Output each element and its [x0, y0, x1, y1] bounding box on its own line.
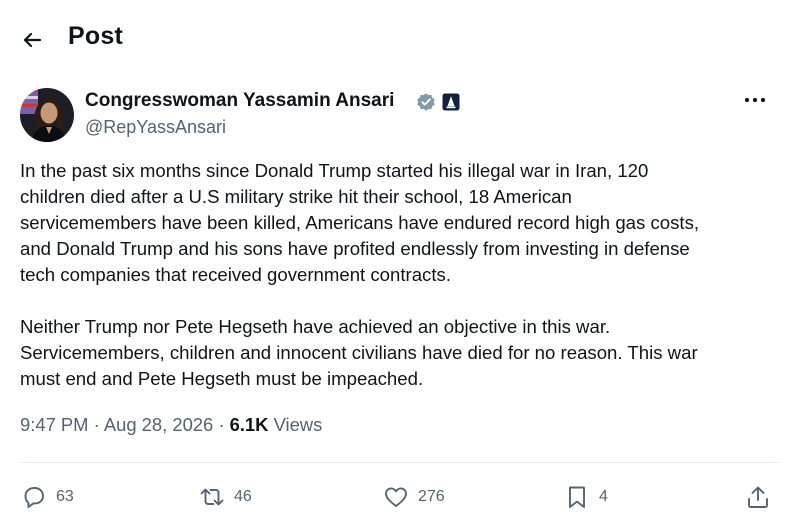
verified-badge-icon[interactable]: [416, 92, 436, 112]
post-time[interactable]: 9:47 PM: [20, 414, 89, 435]
post-text: In the past six months since Donald Trum…: [20, 158, 790, 392]
post-paragraph-1: In the past six months since Donald Trum…: [20, 158, 790, 288]
avatar-image: [20, 88, 74, 142]
bookmark-icon: [569, 486, 585, 508]
back-button[interactable]: [16, 24, 48, 56]
post-line: servicemembers have been killed, America…: [20, 212, 700, 233]
like-count: 276: [418, 488, 445, 505]
like-button[interactable]: 276: [382, 480, 445, 514]
reply-icon: [24, 487, 44, 508]
reply-count: 63: [56, 488, 74, 505]
repost-icon: [200, 488, 224, 506]
repost-count: 46: [234, 488, 252, 505]
post-line: Servicemembers, children and innocent ci…: [20, 342, 698, 363]
meta-separator: ·: [88, 414, 104, 435]
government-affiliation-icon[interactable]: [442, 93, 460, 111]
post-header: Post: [0, 0, 800, 76]
share-button[interactable]: [744, 480, 772, 514]
bookmark-button[interactable]: 4: [563, 480, 608, 514]
bookmark-count: 4: [599, 488, 608, 505]
views-label: Views: [268, 414, 323, 435]
author-name[interactable]: Congresswoman Yassamin Ansari: [85, 90, 394, 112]
views-count: 6.1K: [229, 414, 269, 435]
divider: [20, 462, 780, 463]
post-line: children died after a U.S military strik…: [20, 186, 572, 207]
post-line: must end and Pete Hegseth must be impeac…: [20, 368, 424, 389]
repost-button[interactable]: 46: [198, 480, 252, 514]
post-date[interactable]: Aug 28, 2026: [104, 414, 213, 435]
more-button[interactable]: [738, 86, 772, 114]
reply-button[interactable]: 63: [20, 480, 74, 514]
post-line: and Donald Trump and his sons have profi…: [20, 238, 690, 259]
meta-separator: ·: [213, 414, 230, 435]
share-icon: [748, 486, 768, 508]
post-meta: 9:47 PM · Aug 28, 2026 · 6.1K Views: [20, 414, 322, 436]
avatar[interactable]: [20, 88, 74, 142]
heart-icon: [385, 487, 407, 507]
post-line: Neither Trump nor Pete Hegseth have achi…: [20, 316, 611, 337]
more-horizontal-icon: [744, 97, 766, 103]
post-line: tech companies that received government …: [20, 264, 451, 285]
page-title: Post: [68, 22, 123, 50]
post-paragraph-2: Neither Trump nor Pete Hegseth have achi…: [20, 314, 790, 392]
post-line: In the past six months since Donald Trum…: [20, 160, 649, 181]
arrow-left-icon: [23, 32, 42, 48]
author-handle[interactable]: @RepYassAnsari: [85, 117, 226, 138]
